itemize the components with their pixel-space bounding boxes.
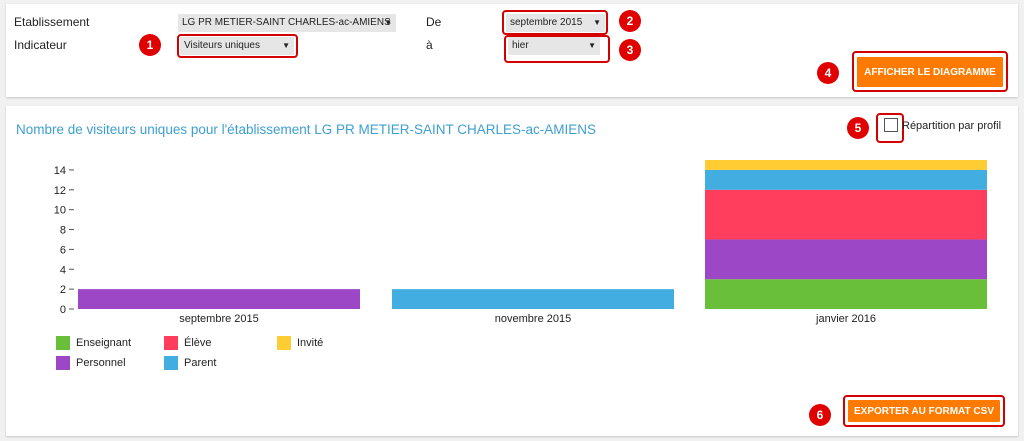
bar-segment — [78, 289, 360, 309]
legend-swatch — [277, 336, 291, 350]
y-axis: 0 2 4 6 8 10 12 14 — [54, 165, 74, 316]
y-tick-label: 8 — [60, 225, 66, 237]
x-tick-label: novembre 2015 — [495, 313, 571, 325]
y-tick-label: 10 — [54, 205, 66, 217]
legend-swatch — [56, 336, 70, 350]
legend-label: Enseignant — [76, 337, 132, 349]
y-tick-label: 12 — [54, 185, 66, 197]
legend-swatch — [56, 356, 70, 370]
bars — [78, 160, 987, 309]
bar-segment — [705, 279, 987, 309]
legend-swatch — [164, 356, 178, 370]
legend-label: Personnel — [76, 357, 126, 369]
legend-label: Parent — [184, 357, 217, 369]
x-tick-label: janvier 2016 — [815, 313, 876, 325]
bar-segment — [705, 189, 987, 240]
legend-label: Élève — [184, 337, 212, 349]
bar-segment — [392, 289, 674, 309]
bar-segment — [705, 169, 987, 190]
bar-segment — [705, 239, 987, 280]
y-tick-label: 4 — [60, 264, 66, 276]
legend-swatch — [164, 336, 178, 350]
x-axis-labels: septembre 2015 novembre 2015 janvier 2016 — [179, 313, 876, 325]
bar-segment — [705, 160, 987, 170]
x-tick-label: septembre 2015 — [179, 313, 259, 325]
bar-chart: 0 2 4 6 8 10 12 14 septembre 2015 novembre 2015 j… — [54, 160, 987, 325]
y-tick-label: 0 — [60, 304, 66, 316]
y-tick-label: 6 — [60, 244, 66, 256]
legend-label: Invité — [297, 337, 324, 349]
y-tick-label: 2 — [60, 284, 66, 296]
y-tick-label: 14 — [54, 165, 66, 177]
marker-6: 6 — [809, 404, 831, 426]
export-csv-highlight — [843, 395, 1005, 427]
